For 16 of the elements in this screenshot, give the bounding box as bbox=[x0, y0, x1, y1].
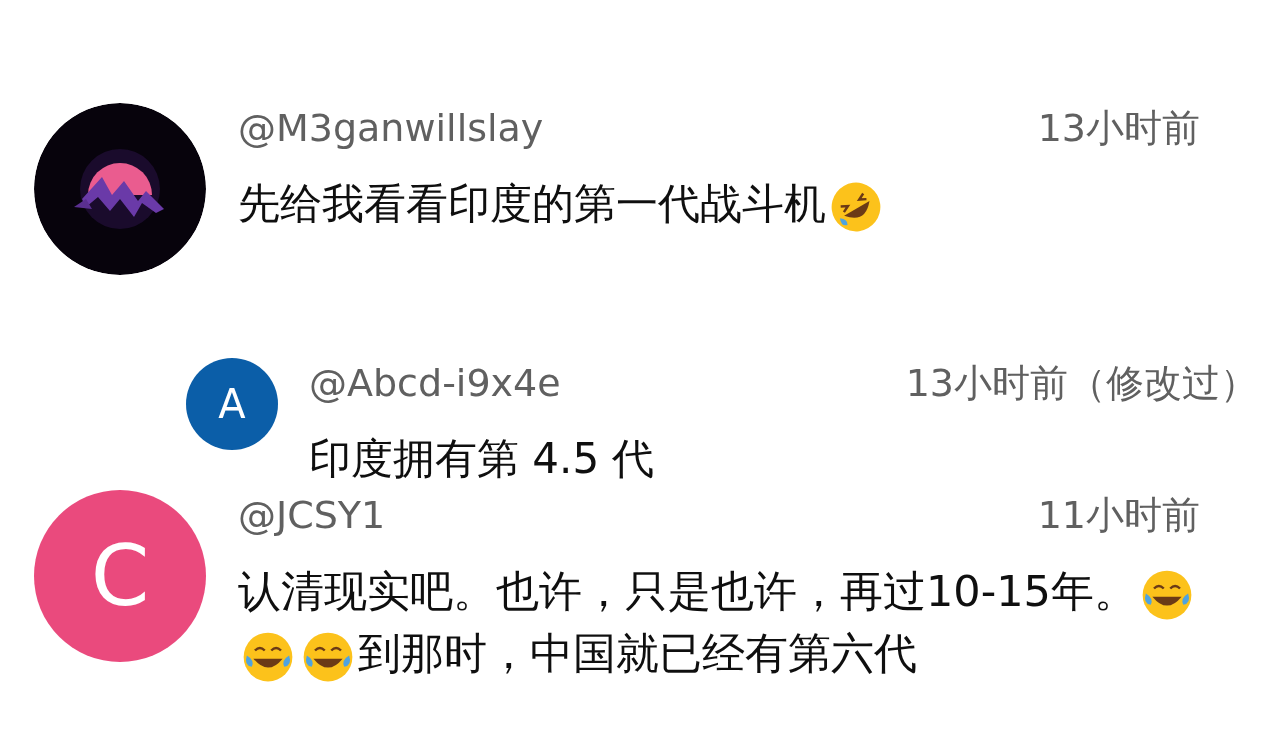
comment-text: 先给我看看印度的第一代战斗机 bbox=[238, 179, 826, 228]
crying-laughing-face-icon bbox=[1140, 568, 1193, 621]
comment-time: 13小时前 bbox=[1037, 105, 1200, 152]
comment-text: 印度拥有第 4.5 代 bbox=[309, 434, 655, 483]
rolling-laughing-face-icon bbox=[830, 180, 882, 233]
author-name[interactable]: @JCSY1 bbox=[238, 490, 386, 540]
comment-time: 11小时前 bbox=[1037, 492, 1200, 539]
author-name[interactable]: @Abcd-i9x4e bbox=[309, 358, 561, 408]
comment-text: 到那时，中国就已经有第六代 bbox=[358, 628, 917, 678]
comment-time: 13小时前（修改过） bbox=[905, 360, 1258, 407]
comment-text: 认清现实吧。也许，只是也许，再过10-15年。 bbox=[238, 566, 1137, 616]
author-name[interactable]: @M3ganwillslay bbox=[238, 103, 544, 153]
avatar[interactable]: C bbox=[34, 490, 206, 662]
crying-laughing-face-icon bbox=[302, 630, 354, 683]
avatar[interactable]: A bbox=[186, 358, 278, 450]
crying-laughing-face-icon bbox=[242, 630, 294, 683]
